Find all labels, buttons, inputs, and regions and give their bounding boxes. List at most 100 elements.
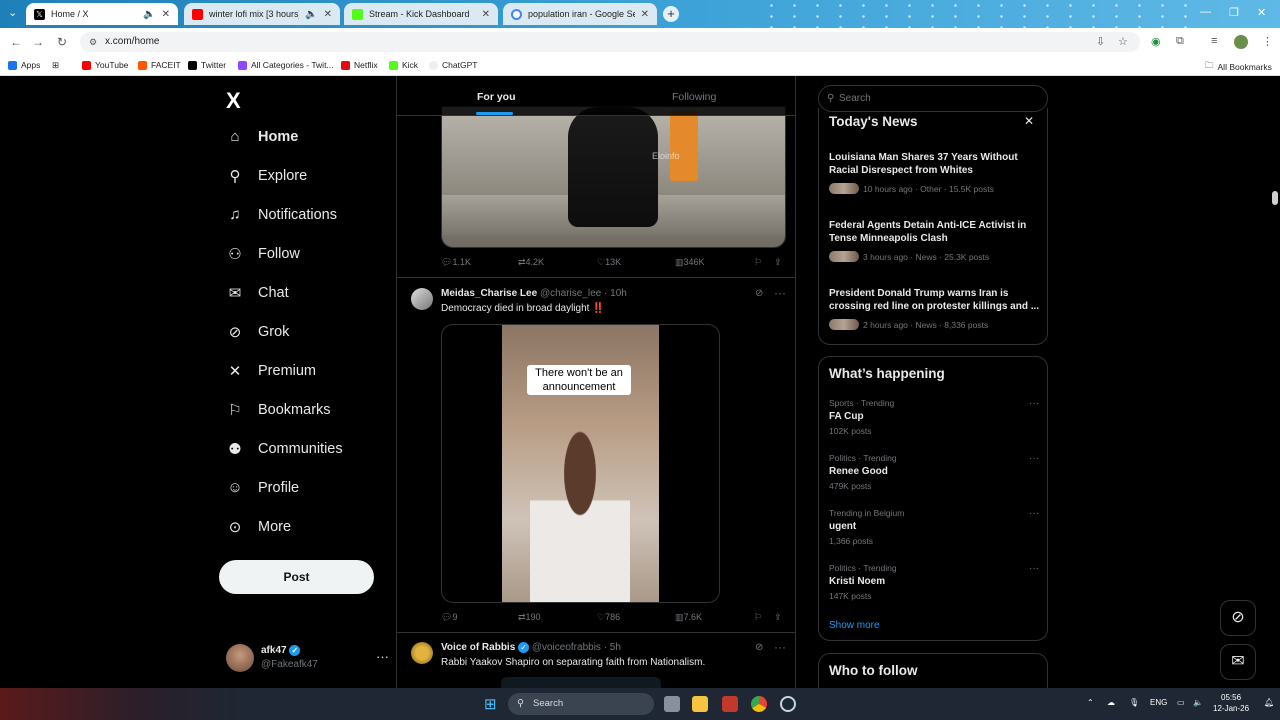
nav-communities[interactable]: ⚉ Communities: [226, 440, 342, 458]
new-tab-button[interactable]: +: [663, 6, 679, 22]
close-tab-icon[interactable]: ✕: [324, 9, 332, 20]
restore-icon[interactable]: ❐: [1229, 6, 1239, 19]
microphone-icon[interactable]: 🎙︎: [1129, 698, 1139, 707]
grok-post-icon[interactable]: ⊘: [755, 642, 763, 653]
grammarly-icon[interactable]: ◉: [1151, 35, 1161, 48]
chrome-icon[interactable]: [751, 696, 767, 712]
taskbar-search[interactable]: ⚲ Search: [508, 693, 654, 715]
bookmark-netflix[interactable]: Netflix: [341, 60, 378, 70]
close-tab-icon[interactable]: ✕: [162, 9, 170, 20]
views-button[interactable]: ▥ 346K: [675, 257, 705, 268]
extensions-icon[interactable]: ⧉: [1176, 35, 1184, 48]
news-headline[interactable]: President Donald Trump warns Iran is cro…: [829, 287, 1041, 313]
bookmark-twitch[interactable]: All Categories - Twit...: [238, 60, 334, 70]
share-icon[interactable]: ⇪: [774, 612, 782, 623]
back-icon[interactable]: ←: [4, 35, 28, 49]
tab-following[interactable]: Following: [672, 91, 716, 103]
x-logo-icon[interactable]: X: [226, 88, 241, 114]
bookmark-kick[interactable]: Kick: [389, 60, 418, 70]
avatar[interactable]: [411, 288, 433, 310]
nav-chat[interactable]: ✉ Chat: [226, 284, 289, 302]
nav-notifications[interactable]: ♫ Notifications: [226, 206, 337, 223]
nav-home[interactable]: ⌂ Home: [226, 128, 298, 145]
nav-bookmarks[interactable]: ⚐ Bookmarks: [226, 401, 330, 419]
site-info-icon[interactable]: ⚙: [89, 32, 97, 52]
bookmark-faceit[interactable]: FACEIT: [138, 60, 181, 70]
network-icon[interactable]: ▭: [1177, 698, 1185, 707]
post-button[interactable]: Post: [219, 560, 374, 594]
tab-x-home[interactable]: 𝕏 Home / X 🔈 ✕: [26, 3, 178, 25]
windows-start-icon[interactable]: ⊞: [484, 695, 497, 713]
post-time[interactable]: · 10h: [604, 288, 627, 299]
all-bookmarks[interactable]: 🗀 All Bookmarks: [1205, 60, 1272, 74]
close-tab-icon[interactable]: ✕: [641, 9, 649, 20]
bookmark-chatgpt[interactable]: ChatGPT: [429, 60, 477, 70]
reload-icon[interactable]: ↻: [50, 35, 74, 49]
close-tab-icon[interactable]: ✕: [482, 9, 490, 20]
trend-more-icon[interactable]: ···: [1029, 398, 1039, 409]
trend-more-icon[interactable]: ···: [1029, 453, 1039, 464]
repost-button[interactable]: ⇄ 190: [518, 612, 541, 623]
bookmark-youtube[interactable]: YouTube: [82, 60, 128, 70]
bookmark-star-icon[interactable]: ☆: [1118, 35, 1128, 48]
trend-more-icon[interactable]: ···: [1029, 563, 1039, 574]
tab-kick[interactable]: Stream - Kick Dashboard ✕: [344, 3, 498, 25]
close-icon[interactable]: ✕: [1024, 114, 1034, 128]
bookmark-grid[interactable]: ⊞: [52, 60, 59, 71]
post-more-icon[interactable]: ···: [774, 286, 786, 300]
tray-app-icon[interactable]: ☁: [1107, 698, 1115, 707]
reply-button[interactable]: 💬︎ 1.1K: [441, 257, 471, 268]
bookmark-icon[interactable]: ⚐: [754, 612, 762, 623]
reply-button[interactable]: 💬︎ 9: [441, 612, 457, 623]
nav-explore[interactable]: ⚲ Explore: [226, 167, 308, 185]
nav-grok[interactable]: ⊘ Grok: [226, 323, 290, 341]
author-name[interactable]: Voice of Rabbis: [441, 642, 515, 653]
repost-button[interactable]: ⇄ 4.2K: [518, 257, 544, 268]
account-switcher[interactable]: afk47 ✓ @Fakeafk47 ···: [226, 641, 389, 677]
trend-name[interactable]: Renee Good: [829, 466, 888, 477]
grok-fab-icon[interactable]: ⊘: [1220, 600, 1256, 636]
author-handle[interactable]: @charise_lee: [540, 288, 601, 299]
mute-icon[interactable]: 🔈: [143, 9, 155, 20]
news-headline[interactable]: Federal Agents Detain Anti-ICE Activist …: [829, 219, 1041, 245]
task-view-icon[interactable]: [664, 696, 680, 712]
nav-more[interactable]: ⊙ More: [226, 518, 291, 536]
nav-premium[interactable]: ✕ Premium: [226, 362, 316, 380]
author-handle[interactable]: @voiceofrabbis: [532, 642, 601, 653]
account-more-icon[interactable]: ···: [376, 649, 389, 664]
notifications-icon[interactable]: 🔔︎: [1264, 698, 1274, 707]
messages-fab-icon[interactable]: ✉: [1220, 644, 1256, 680]
steam-icon[interactable]: [780, 696, 796, 712]
tab-search-icon[interactable]: ⌄: [8, 6, 17, 19]
grok-post-icon[interactable]: ⊘: [755, 288, 763, 299]
trend-name[interactable]: Kristi Noem: [829, 576, 885, 587]
nav-follow[interactable]: ⚇ Follow: [226, 245, 300, 263]
trend-more-icon[interactable]: ···: [1029, 508, 1039, 519]
language-indicator[interactable]: ENG: [1150, 698, 1167, 707]
author-name[interactable]: Meidas_Charise Lee: [441, 288, 537, 299]
post-more-icon[interactable]: ···: [774, 640, 786, 654]
tray-chevron-icon[interactable]: ⌃: [1087, 698, 1094, 707]
trend-name[interactable]: ugent: [829, 521, 856, 532]
tab-for-you[interactable]: For you: [477, 91, 516, 103]
avatar[interactable]: [411, 642, 433, 664]
like-button[interactable]: ♡ 786: [597, 612, 620, 623]
bookmark-icon[interactable]: ⚐: [754, 257, 762, 268]
news-headline[interactable]: Louisiana Man Shares 37 Years Without Ra…: [829, 151, 1041, 177]
bookmark-twitter[interactable]: Twitter: [188, 60, 226, 70]
views-button[interactable]: ▥ 7.6K: [675, 612, 702, 623]
share-icon[interactable]: ⇪: [774, 257, 782, 268]
minimize-icon[interactable]: —: [1200, 6, 1211, 18]
post-media-preview[interactable]: [501, 677, 661, 688]
app-icon[interactable]: [722, 696, 738, 712]
page-scrollbar[interactable]: [1271, 78, 1279, 688]
address-bar[interactable]: ⚙ x.com/home: [80, 32, 1140, 52]
nav-profile[interactable]: ☺ Profile: [226, 479, 299, 496]
close-window-icon[interactable]: ✕: [1257, 6, 1266, 19]
tab-youtube[interactable]: winter lofi mix [3 hours] 🔈 ✕: [184, 3, 340, 25]
chrome-menu-icon[interactable]: ⋮: [1262, 35, 1273, 48]
show-more-link[interactable]: Show more: [829, 620, 880, 631]
volume-icon[interactable]: 🔈: [1193, 698, 1203, 707]
forward-icon[interactable]: →: [26, 35, 50, 49]
like-button[interactable]: ♡ 13K: [597, 257, 621, 268]
